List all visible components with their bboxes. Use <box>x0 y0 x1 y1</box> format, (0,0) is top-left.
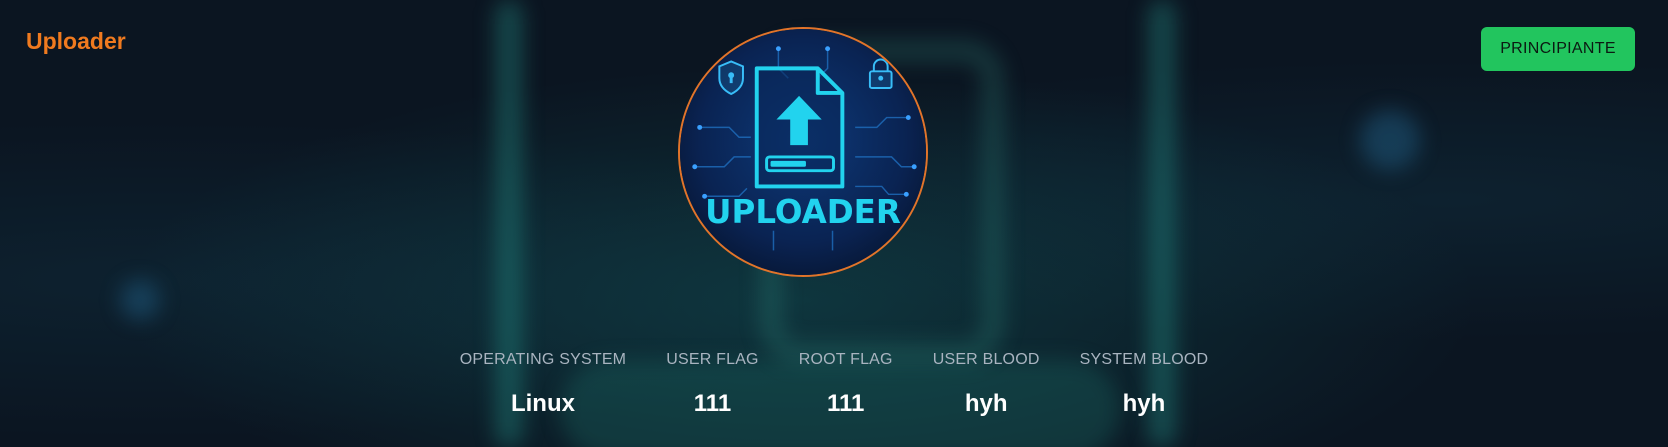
background-glow <box>120 280 160 320</box>
stat-label: OPERATING SYSTEM <box>459 351 627 368</box>
machine-stats: OPERATING SYSTEM Linux USER FLAG 111 ROO… <box>0 349 1668 419</box>
stat-value: 111 <box>693 390 732 417</box>
stat-label: USER FLAG <box>666 351 759 368</box>
stat-label: SYSTEM BLOOD <box>1079 351 1209 368</box>
stat-user-flag: USER FLAG 111 <box>646 349 779 419</box>
stat-value: Linux <box>510 390 575 417</box>
logo-text: UPLOADER <box>705 193 901 231</box>
machine-logo: UPLOADER <box>678 27 928 277</box>
background-glow <box>1360 110 1420 170</box>
stat-label: USER BLOOD <box>932 351 1040 368</box>
shield-lock-icon <box>718 60 744 96</box>
machine-title: Uploader <box>26 28 126 54</box>
file-upload-icon <box>754 66 845 189</box>
stat-label: ROOT FLAG <box>798 351 893 368</box>
difficulty-badge[interactable]: PRINCIPIANTE <box>1481 27 1635 71</box>
stat-value: hyh <box>964 390 1008 417</box>
stat-operating-system: OPERATING SYSTEM Linux <box>440 349 646 419</box>
stat-value: hyh <box>1122 390 1166 417</box>
stat-system-blood: SYSTEM BLOOD hyh <box>1060 349 1229 419</box>
stat-root-flag: ROOT FLAG 111 <box>779 349 913 419</box>
stat-value: 111 <box>827 390 865 417</box>
machine-hero: Uploader PRINCIPIANTE UPLOADER OPERATING… <box>0 0 1668 447</box>
stat-user-blood: USER BLOOD hyh <box>913 349 1060 419</box>
